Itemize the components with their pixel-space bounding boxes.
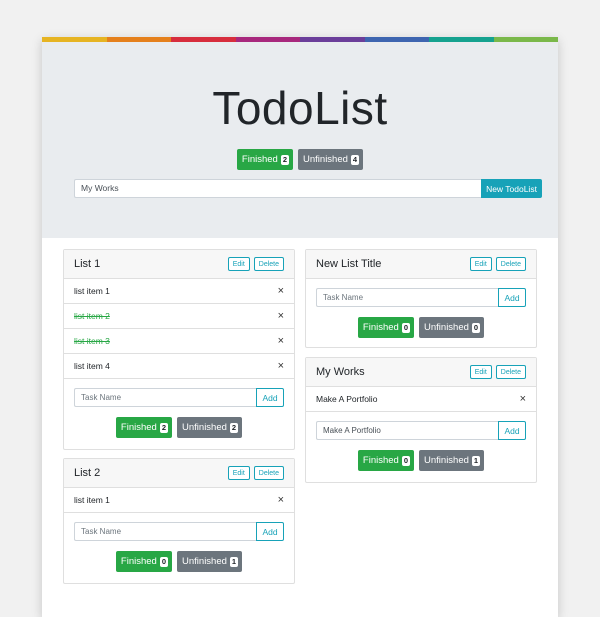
list-item[interactable]: list item 1 × (64, 279, 294, 304)
card-actions: Edit Delete (227, 466, 284, 480)
finished-count: 0 (401, 455, 411, 466)
delete-button[interactable]: Delete (253, 257, 284, 271)
page-title: TodoList (212, 82, 388, 134)
add-task-form: Task Name Add (316, 288, 526, 310)
add-task-button[interactable]: Add (498, 288, 526, 307)
delete-button[interactable]: Delete (495, 257, 526, 271)
add-task-form: Make A Portfolio Add (316, 421, 526, 443)
new-list-form: My Works New TodoList (74, 179, 542, 198)
finished-summary-button[interactable]: Finished 2 (236, 149, 294, 170)
todo-app: TodoList Finished 2 Unfinished 4 My Work… (42, 37, 558, 617)
hero-banner: TodoList Finished 2 Unfinished 4 My Work… (42, 42, 558, 238)
card-actions: Edit Delete (227, 257, 284, 271)
list-item[interactable]: Make A Portfolio × (306, 387, 536, 412)
task-name-input[interactable]: Task Name (74, 522, 256, 541)
finished-filter-button[interactable]: Finished 2 (115, 417, 173, 438)
close-icon[interactable]: × (278, 310, 284, 322)
card-counters: Finished 0 Unfinished 1 (64, 551, 294, 572)
close-icon[interactable]: × (278, 285, 284, 297)
finished-label: Finished (362, 322, 399, 333)
close-icon[interactable]: × (278, 494, 284, 506)
task-name-input[interactable]: Make A Portfolio (316, 421, 498, 440)
item-text: Make A Portfolio (316, 394, 378, 404)
edit-button[interactable]: Edit (227, 257, 250, 271)
unfinished-filter-button[interactable]: Unfinished 2 (177, 417, 243, 438)
finished-summary-count: 2 (280, 154, 290, 165)
unfinished-count: 0 (471, 322, 481, 333)
unfinished-label: Unfinished (182, 556, 227, 567)
summary-counters: Finished 2 Unfinished 4 (42, 149, 558, 170)
finished-filter-button[interactable]: Finished 0 (357, 450, 415, 471)
unfinished-filter-button[interactable]: Unfinished 1 (419, 450, 485, 471)
finished-count: 0 (401, 322, 411, 333)
card-counters: Finished 0 Unfinished 0 (306, 317, 536, 338)
todo-card-list-1: List 1 Edit Delete list item 1 × list it… (63, 249, 295, 450)
close-icon[interactable]: × (278, 335, 284, 347)
add-task-form: Task Name Add (74, 522, 284, 544)
task-name-input[interactable]: Task Name (316, 288, 498, 307)
item-text: list item 2 (74, 311, 110, 321)
card-actions: Edit Delete (469, 365, 526, 379)
unfinished-summary-count: 4 (350, 154, 360, 165)
add-task-button[interactable]: Add (498, 421, 526, 440)
list-item[interactable]: list item 2 × (64, 304, 294, 329)
card-counters: Finished 2 Unfinished 2 (64, 417, 294, 438)
finished-summary-label: Finished (241, 154, 278, 165)
card-title: New List Title (316, 258, 382, 270)
todo-card-new-list: New List Title Edit Delete Task Name Add… (305, 249, 537, 348)
item-text: list item 1 (74, 286, 110, 296)
unfinished-label: Unfinished (182, 422, 227, 433)
delete-button[interactable]: Delete (495, 365, 526, 379)
finished-count: 0 (159, 556, 169, 567)
unfinished-filter-button[interactable]: Unfinished 1 (177, 551, 243, 572)
card-header: List 1 Edit Delete (64, 250, 294, 279)
todo-card-list-2: List 2 Edit Delete list item 1 × Task Na… (63, 458, 295, 584)
unfinished-count: 1 (229, 556, 239, 567)
unfinished-count: 1 (471, 455, 481, 466)
add-task-form: Task Name Add (74, 388, 284, 410)
list-item[interactable]: list item 1 × (64, 488, 294, 513)
add-task-button[interactable]: Add (256, 522, 284, 541)
delete-button[interactable]: Delete (253, 466, 284, 480)
card-actions: Edit Delete (469, 257, 526, 271)
card-header: My Works Edit Delete (306, 358, 536, 387)
unfinished-label: Unfinished (424, 455, 469, 466)
list-name-input[interactable]: My Works (74, 179, 481, 198)
card-header: New List Title Edit Delete (306, 250, 536, 279)
finished-label: Finished (120, 556, 157, 567)
unfinished-label: Unfinished (424, 322, 469, 333)
finished-count: 2 (159, 422, 169, 433)
finished-label: Finished (362, 455, 399, 466)
item-text: list item 1 (74, 495, 110, 505)
edit-button[interactable]: Edit (227, 466, 250, 480)
finished-filter-button[interactable]: Finished 0 (115, 551, 173, 572)
card-counters: Finished 0 Unfinished 1 (306, 450, 536, 471)
finished-filter-button[interactable]: Finished 0 (357, 317, 415, 338)
unfinished-count: 2 (229, 422, 239, 433)
edit-button[interactable]: Edit (469, 365, 492, 379)
add-task-button[interactable]: Add (256, 388, 284, 407)
list-item[interactable]: list item 3 × (64, 329, 294, 354)
unfinished-summary-button[interactable]: Unfinished 4 (298, 149, 364, 170)
list-item[interactable]: list item 4 × (64, 354, 294, 379)
edit-button[interactable]: Edit (469, 257, 492, 271)
card-title: My Works (316, 366, 365, 378)
card-title: List 1 (74, 258, 101, 270)
item-text: list item 4 (74, 361, 110, 371)
todo-card-my-works: My Works Edit Delete Make A Portfolio × … (305, 357, 537, 483)
card-title: List 2 (74, 467, 101, 479)
unfinished-summary-label: Unfinished (303, 154, 348, 165)
new-todolist-button[interactable]: New TodoList (481, 179, 542, 198)
card-header: List 2 Edit Delete (64, 459, 294, 488)
close-icon[interactable]: × (520, 393, 526, 405)
finished-label: Finished (120, 422, 157, 433)
task-name-input[interactable]: Task Name (74, 388, 256, 407)
close-icon[interactable]: × (278, 360, 284, 372)
unfinished-filter-button[interactable]: Unfinished 0 (419, 317, 485, 338)
item-text: list item 3 (74, 336, 110, 346)
